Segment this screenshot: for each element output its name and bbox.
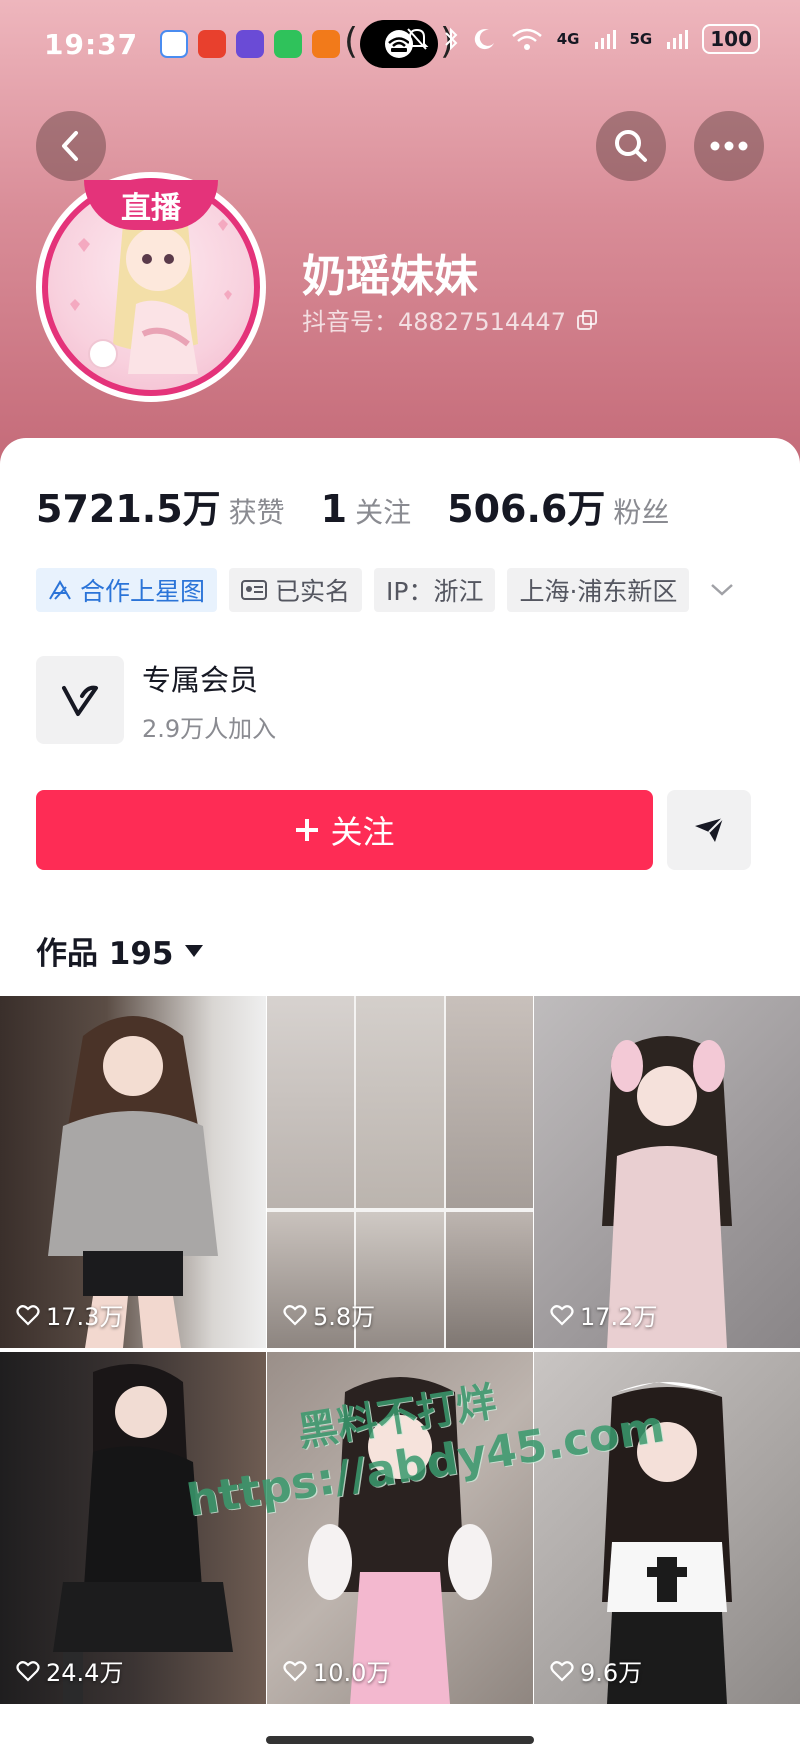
share-button[interactable] bbox=[667, 790, 751, 870]
stat-followers-number: 506.6万 bbox=[447, 487, 606, 531]
tag-star-map-label: 合作上星图 bbox=[80, 577, 206, 606]
profile-stats: 5721.5万 获赞 1 关注 506.6万 粉丝 bbox=[36, 478, 705, 533]
works-label: 作品 195 bbox=[36, 936, 174, 972]
search-icon bbox=[615, 130, 647, 162]
star-map-icon bbox=[49, 580, 71, 600]
video-likes-count: 17.3万 bbox=[46, 1303, 124, 1331]
stat-followers[interactable]: 506.6万 粉丝 bbox=[447, 478, 669, 533]
mute-bell-icon bbox=[405, 28, 429, 50]
more-dots-icon bbox=[710, 141, 748, 151]
profile-name: 奶瑶妹妹 bbox=[302, 251, 478, 302]
exclusive-member-entry[interactable]: 专属会员 2.9万人加入 bbox=[36, 656, 276, 744]
signal-bars-icon bbox=[594, 30, 616, 49]
tag-location[interactable]: 上海·浦东新区 bbox=[507, 568, 690, 612]
send-icon bbox=[695, 817, 724, 842]
heart-icon bbox=[16, 1660, 40, 1682]
video-tile[interactable]: 17.2万 bbox=[534, 996, 800, 1348]
member-title: 专属会员 bbox=[142, 662, 259, 697]
caret-down-icon bbox=[184, 944, 203, 957]
island-bracket-left-icon: ( bbox=[344, 21, 359, 62]
video-frame bbox=[356, 996, 444, 1208]
video-likes: 17.3万 bbox=[16, 1297, 123, 1332]
stat-following-label: 关注 bbox=[355, 496, 412, 529]
works-tab[interactable]: 作品 195 bbox=[36, 928, 204, 973]
heart-icon bbox=[283, 1304, 307, 1326]
id-card-icon bbox=[241, 580, 268, 600]
chevron-down-icon[interactable] bbox=[709, 582, 735, 598]
back-arrow-icon bbox=[62, 131, 78, 161]
heart-icon bbox=[550, 1660, 574, 1682]
video-likes: 9.6万 bbox=[550, 1653, 642, 1688]
video-frame bbox=[267, 996, 355, 1208]
home-indicator[interactable] bbox=[266, 1736, 534, 1744]
heart-icon bbox=[283, 1660, 307, 1682]
tag-verified-label: 已实名 bbox=[275, 577, 351, 606]
douyin-id-row[interactable]: 抖音号：48827514447 bbox=[302, 302, 598, 337]
copy-icon[interactable] bbox=[576, 309, 598, 331]
video-likes: 10.0万 bbox=[283, 1653, 390, 1688]
video-likes-count: 10.0万 bbox=[313, 1659, 391, 1687]
moon-icon bbox=[474, 29, 494, 50]
video-thumbnail bbox=[53, 1364, 233, 1704]
app-icon-1 bbox=[160, 30, 189, 58]
member-subtitle: 2.9万人加入 bbox=[142, 714, 277, 743]
tag-star-map[interactable]: 合作上星图 bbox=[36, 568, 218, 612]
video-thumbnail bbox=[602, 1036, 732, 1348]
video-likes-count: 17.2万 bbox=[580, 1303, 658, 1331]
app-icon-4 bbox=[274, 30, 303, 58]
video-likes-count: 24.4万 bbox=[46, 1659, 124, 1687]
video-grid: 17.3万 5.8万 17.2万 24.4万 10.0万 9.6万 bbox=[0, 996, 800, 1704]
tag-location-label: 上海·浦东新区 bbox=[519, 577, 678, 606]
profile-tags: 合作上星图 已实名 IP：浙江 上海·浦东新区 bbox=[36, 568, 735, 612]
bluetooth-icon bbox=[445, 27, 458, 51]
video-likes-count: 9.6万 bbox=[580, 1659, 643, 1687]
status-time: 19:37 bbox=[44, 27, 139, 61]
wifi-icon bbox=[511, 28, 542, 50]
member-icon-box bbox=[36, 656, 124, 744]
app-icon-5 bbox=[312, 30, 341, 58]
video-likes: 5.8万 bbox=[283, 1297, 375, 1332]
heart-icon bbox=[16, 1304, 40, 1326]
stat-likes-number: 5721.5万 bbox=[36, 487, 221, 531]
stat-likes[interactable]: 5721.5万 获赞 bbox=[36, 478, 285, 533]
signal-4g-label: 4G bbox=[556, 30, 580, 48]
video-likes: 17.2万 bbox=[550, 1297, 657, 1332]
douyin-id: 抖音号：48827514447 bbox=[302, 308, 566, 336]
follow-button[interactable]: 关注 bbox=[36, 790, 653, 870]
back-button[interactable] bbox=[36, 111, 106, 181]
tag-verified[interactable]: 已实名 bbox=[229, 568, 363, 612]
signal-5g-label: 5G bbox=[629, 30, 653, 48]
more-button[interactable] bbox=[694, 111, 764, 181]
app-icon-3 bbox=[236, 30, 265, 58]
plus-icon bbox=[296, 819, 319, 841]
follow-button-label: 关注 bbox=[330, 813, 395, 851]
stat-following[interactable]: 1 关注 bbox=[321, 487, 411, 531]
system-status-icons: 4G 5G 100 bbox=[405, 24, 760, 54]
video-tile[interactable]: 5.8万 bbox=[267, 996, 533, 1348]
video-thumbnail bbox=[48, 1016, 218, 1348]
video-tile[interactable]: 24.4万 bbox=[0, 1352, 266, 1704]
stat-likes-label: 获赞 bbox=[228, 496, 285, 529]
stat-followers-label: 粉丝 bbox=[613, 496, 670, 529]
battery-level: 100 bbox=[702, 24, 760, 54]
heart-icon bbox=[550, 1304, 574, 1326]
video-likes-count: 5.8万 bbox=[313, 1303, 376, 1331]
search-button[interactable] bbox=[596, 111, 666, 181]
stat-following-number: 1 bbox=[320, 487, 348, 531]
video-frame bbox=[445, 996, 533, 1208]
notification-app-icons bbox=[160, 30, 372, 58]
signal-bars-2-icon bbox=[667, 30, 689, 49]
tag-ip[interactable]: IP：浙江 bbox=[374, 568, 496, 612]
video-frame bbox=[445, 1212, 533, 1348]
tag-ip-label: IP：浙江 bbox=[386, 577, 484, 606]
video-likes: 24.4万 bbox=[16, 1653, 123, 1688]
app-icon-2 bbox=[198, 30, 227, 58]
vip-v-icon bbox=[62, 685, 98, 716]
video-tile[interactable]: 17.3万 bbox=[0, 996, 266, 1348]
